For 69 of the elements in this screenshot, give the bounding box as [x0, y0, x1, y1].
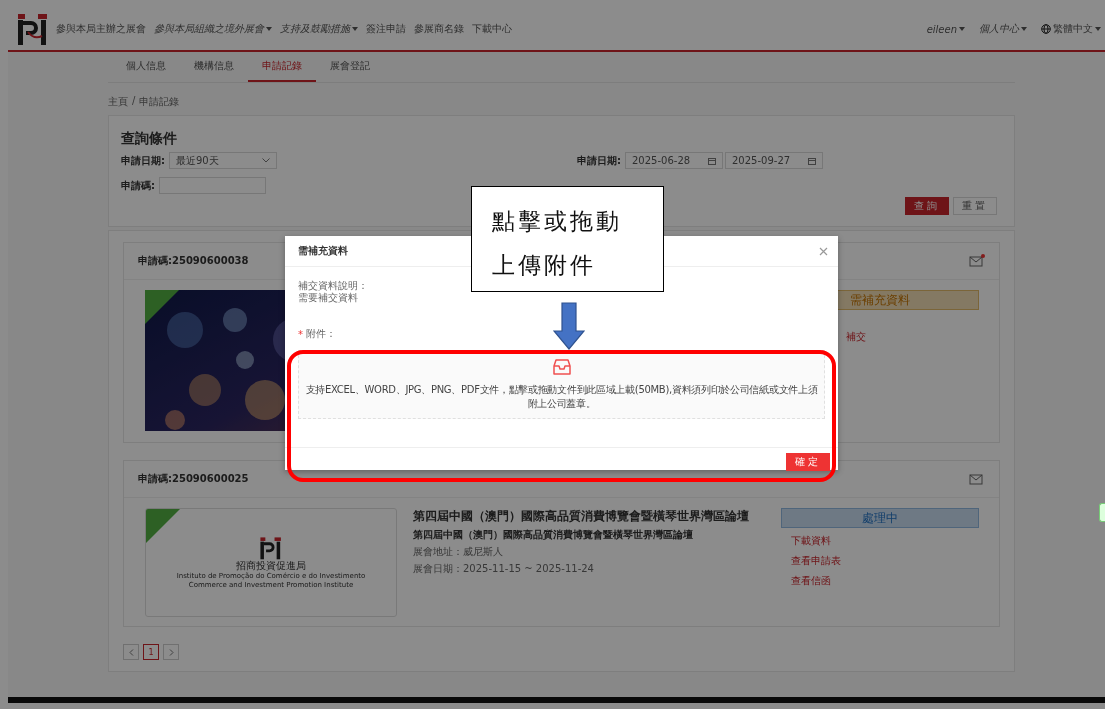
query-title: 查詢條件 — [121, 130, 178, 148]
breadcrumb-separator: / — [132, 95, 136, 108]
note-text: 需要補交資料 — [298, 291, 359, 303]
callout-text: 點擊或拖動 — [492, 207, 622, 236]
chevron-left-icon — [128, 648, 134, 656]
page-button[interactable]: 1 — [143, 644, 159, 660]
exhibition-detail: 展會地址：威尼斯人 — [413, 545, 504, 559]
previous-page-button[interactable] — [123, 644, 139, 660]
field-label: 附件： — [306, 327, 336, 341]
dropzone-hint: 支持EXCEL、WORD、JPG、PNG、PDF文件，點擊或拖動文件到此區域上載(50MB),資料須列印於公司信紙或文件上須附上公司蓋章。 — [304, 382, 819, 411]
mail-icon[interactable] — [969, 254, 985, 268]
account-menu[interactable]: 個人中心 — [979, 22, 1027, 36]
nav-link[interactable]: 參與本局主辦之展會 — [56, 22, 146, 36]
logo-text: 招商投資促進局 — [236, 560, 306, 572]
nav-link[interactable]: 簽注申請 — [366, 22, 406, 36]
callout-text: 上傳附件 — [492, 251, 596, 280]
language-menu[interactable]: 繁體中文 — [1041, 22, 1101, 36]
caret-icon — [1095, 27, 1101, 31]
tab[interactable]: 展會登記 — [316, 52, 384, 82]
date-field[interactable]: 2025-06-28 — [625, 152, 723, 169]
action-link[interactable]: 查看信函 — [791, 574, 831, 588]
ribbon-icon — [145, 290, 179, 324]
nav-link[interactable]: 參展商名錄 — [414, 22, 464, 36]
exhibition-subtitle: 第四屆中國（澳門）國際高品質消費博覽會暨橫琴世界灣區論壇 — [413, 528, 694, 542]
search-button[interactable]: 查詢 — [905, 197, 949, 215]
application-code: 申請碼:25090600038 — [138, 254, 249, 268]
nav-link[interactable]: 支持及鼓勵措施 — [280, 22, 358, 36]
action-link[interactable]: 下載資料 — [791, 534, 831, 548]
date-field[interactable]: 2025-09-27 — [725, 152, 823, 169]
calendar-icon — [708, 156, 716, 165]
breadcrumb-item: 申請記錄 — [139, 95, 180, 109]
caret-icon — [1021, 27, 1027, 31]
globe-icon — [1041, 24, 1051, 34]
down-arrow — [553, 302, 585, 350]
tab[interactable]: 機構信息 — [180, 52, 248, 82]
chevron-down-icon — [262, 158, 270, 163]
status-badge: 處理中 — [781, 508, 979, 528]
exhibition-title: 第四屆中國（澳門）國際高品質消費博覽會暨橫琴世界灣區論壇 — [413, 508, 750, 525]
application-code: 申請碼:25090600025 — [138, 472, 249, 486]
calendar-icon — [808, 156, 816, 165]
ribbon-icon — [146, 509, 180, 543]
nav-link[interactable]: 參與本局組織之境外展會 — [154, 22, 272, 36]
caret-icon — [266, 27, 272, 31]
logo — [259, 536, 283, 561]
field-label: 申請日期: — [577, 153, 621, 168]
inbox-icon — [552, 358, 571, 375]
action-link[interactable]: 查看申請表 — [791, 554, 841, 568]
note-label: 補交資料說明： — [298, 280, 369, 292]
tab[interactable]: 個人信息 — [112, 52, 180, 82]
caret-icon — [352, 27, 358, 31]
nav-link[interactable]: 下載中心 — [472, 22, 512, 36]
caret-icon — [959, 27, 965, 31]
side-handle[interactable] — [1099, 503, 1105, 522]
action-link[interactable]: 補交 — [846, 330, 866, 344]
logo[interactable] — [16, 12, 50, 46]
user-menu[interactable]: eileen — [926, 23, 965, 35]
next-page-button[interactable] — [163, 644, 179, 660]
reset-button[interactable]: 重置 — [953, 197, 997, 215]
date-range-select[interactable]: 最近90天 — [169, 152, 277, 169]
confirm-button[interactable]: 確定 — [786, 453, 830, 471]
field-label: 申請碼: — [121, 178, 155, 193]
chevron-right-icon — [168, 648, 174, 656]
required-mark: * — [298, 328, 303, 340]
mail-icon[interactable] — [969, 472, 985, 486]
exhibition-detail: 展會日期：2025-11-15 ~ 2025-11-24 — [413, 562, 595, 576]
breadcrumb-item[interactable]: 主頁 — [108, 95, 128, 109]
field-label: 申請日期: — [121, 153, 165, 168]
dialog-title: 需補充資料 — [298, 244, 348, 258]
tab[interactable]: 申請記錄 — [248, 52, 316, 82]
